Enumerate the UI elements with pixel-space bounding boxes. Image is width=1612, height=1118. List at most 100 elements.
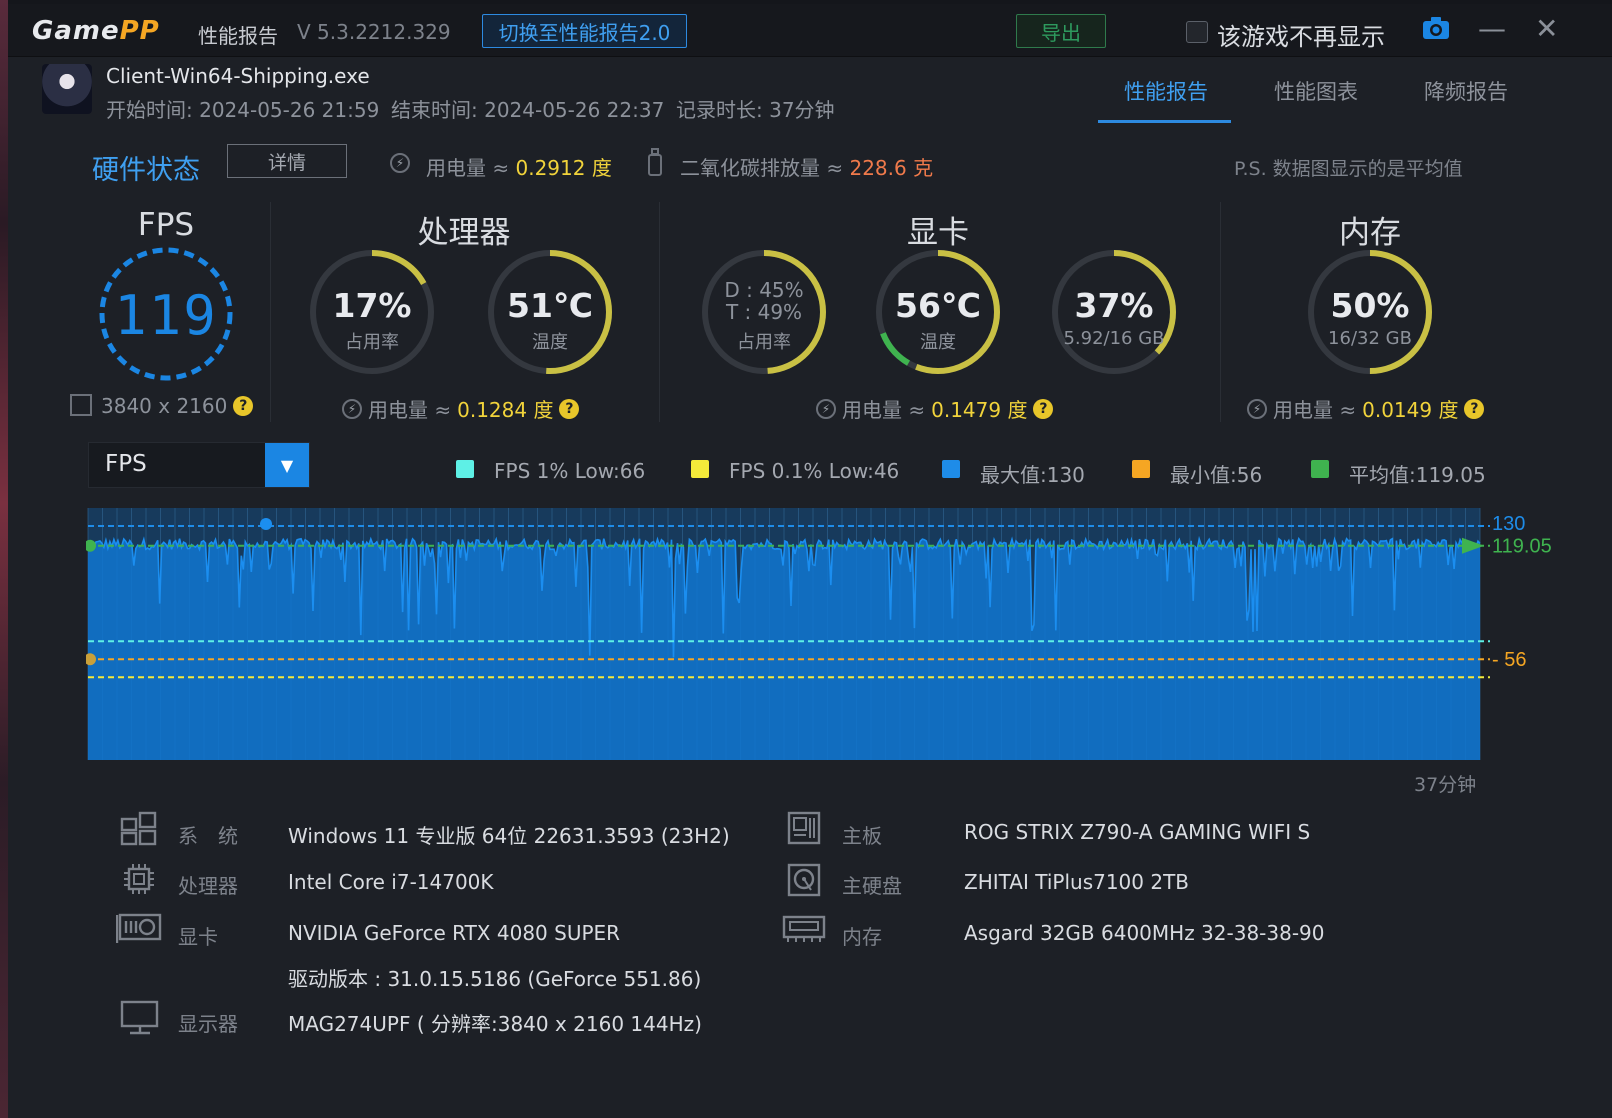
chart-duration-label: 37分钟 bbox=[1414, 774, 1477, 796]
spec-gpu-value: NVIDIA GeForce RTX 4080 SUPER bbox=[288, 921, 621, 945]
legend-max: 最大值:130 bbox=[980, 463, 1085, 487]
window-title: 性能报告 bbox=[198, 24, 278, 48]
min-value-label: - 56 bbox=[1492, 649, 1526, 671]
section-divider bbox=[1220, 202, 1221, 422]
graphics-card-icon bbox=[115, 912, 162, 948]
spec-board-value: ROG STRIX Z790-A GAMING WIFI S bbox=[964, 820, 1311, 844]
spec-disk-value: ZHITAI TiPlus7100 2TB bbox=[964, 870, 1190, 894]
cpu-usage-label: 占用率 bbox=[345, 332, 399, 353]
co2-icon bbox=[648, 148, 662, 176]
tab-throttle-report[interactable]: 降频报告 bbox=[1424, 76, 1508, 106]
chevron-down-icon[interactable]: ▼ bbox=[265, 443, 309, 487]
legend-avg: 平均值:119.05 bbox=[1349, 463, 1486, 487]
spec-os-label: 系 统 bbox=[178, 824, 238, 848]
gpu-section-title: 显卡 bbox=[907, 215, 969, 251]
memory-power-value: 0.0149 度 bbox=[1362, 398, 1459, 422]
gpu-usage-t: T : 49% bbox=[725, 300, 803, 324]
active-tab-indicator bbox=[1098, 120, 1231, 123]
hard-disk-icon bbox=[786, 862, 822, 902]
co2-emission: 二氧化碳排放量 ≈ 228.6 克 bbox=[680, 156, 934, 180]
cpu-section-title: 处理器 bbox=[417, 215, 511, 251]
windows-icon bbox=[120, 810, 158, 850]
legend-swatch bbox=[691, 460, 709, 478]
power-icon: ⚡ bbox=[342, 398, 362, 419]
start-time: 开始时间: 2024-05-26 21:59 bbox=[106, 98, 380, 122]
tab-performance-report[interactable]: 性能报告 bbox=[1124, 76, 1208, 106]
legend-swatch bbox=[942, 460, 960, 478]
app-logo: GamePP bbox=[32, 16, 160, 46]
legend-1pct-low: FPS 1% Low:66 bbox=[494, 459, 646, 483]
memory-stick-icon bbox=[782, 914, 826, 948]
spec-ram-value: Asgard 32GB 6400MHz 32-38-38-90 bbox=[964, 921, 1325, 945]
spec-board-label: 主板 bbox=[842, 824, 882, 848]
hide-game-checkbox[interactable] bbox=[1186, 21, 1208, 43]
max-marker bbox=[260, 518, 272, 530]
fps-section-title: FPS bbox=[137, 207, 195, 243]
switch-report-button[interactable]: 切换至性能报告2.0 bbox=[482, 14, 687, 48]
cpu-temp-value: 51℃ bbox=[507, 286, 593, 325]
gpu-power-value: 0.1479 度 bbox=[931, 398, 1028, 422]
legend-01pct-low: FPS 0.1% Low:46 bbox=[729, 459, 900, 483]
spec-disk-label: 主硬盘 bbox=[842, 874, 902, 898]
fps-series-area bbox=[88, 538, 1480, 760]
gpu-vram-value: 37% bbox=[1074, 286, 1154, 325]
motherboard-icon bbox=[786, 810, 822, 850]
fps-resolution-row: 3840 x 2160 ? bbox=[101, 394, 254, 418]
cpu-power-row: ⚡ 用电量 ≈0.1284 度 ? bbox=[342, 394, 580, 423]
metric-dropdown-value: FPS bbox=[105, 451, 147, 477]
memory-power-row: ⚡ 用电量 ≈0.0149 度 ? bbox=[1247, 394, 1485, 423]
screenshot-camera-icon[interactable] bbox=[1422, 16, 1450, 40]
section-divider bbox=[270, 202, 271, 422]
memory-usage-value: 50% bbox=[1330, 286, 1410, 325]
minimize-icon[interactable]: — bbox=[1478, 12, 1506, 45]
legend-swatch bbox=[1311, 460, 1329, 478]
gpu-temp-value: 56℃ bbox=[895, 286, 981, 325]
resolution-help-icon[interactable]: ? bbox=[233, 396, 254, 416]
gpu-vram-label: 5.92/16 GB bbox=[1063, 328, 1165, 349]
memory-power-help-icon[interactable]: ? bbox=[1464, 398, 1485, 419]
tab-performance-chart[interactable]: 性能图表 bbox=[1274, 76, 1358, 106]
version-label: V 5.3.2212.329 bbox=[297, 20, 451, 44]
resolution-icon bbox=[70, 394, 92, 416]
cpu-chip-icon bbox=[122, 862, 156, 900]
cpu-power-help-icon[interactable]: ? bbox=[559, 398, 580, 419]
power-icon: ⚡ bbox=[390, 153, 410, 173]
spec-ram-label: 内存 bbox=[842, 925, 882, 949]
gpu-power-help-icon[interactable]: ? bbox=[1033, 398, 1054, 419]
spec-gpu-label: 显卡 bbox=[178, 925, 218, 949]
detail-button[interactable]: 详情 bbox=[227, 144, 347, 178]
average-note: P.S. 数据图显示的是平均值 bbox=[1234, 158, 1463, 180]
memory-usage-label: 16/32 GB bbox=[1328, 328, 1412, 349]
cpu-power-value: 0.1284 度 bbox=[457, 398, 554, 422]
monitor-icon bbox=[120, 1000, 160, 1040]
spec-monitor-label: 显示器 bbox=[178, 1012, 238, 1036]
memory-section-title: 内存 bbox=[1339, 215, 1401, 251]
total-power: 用电量 ≈ 0.2912 度 bbox=[426, 156, 612, 180]
spec-os-value: Windows 11 专业版 64位 22631.3593 (23H2) bbox=[288, 824, 730, 848]
legend-swatch bbox=[456, 460, 474, 478]
export-button[interactable]: 导出 bbox=[1016, 14, 1106, 48]
spec-driver-value: 驱动版本 : 31.0.15.5186 (GeForce 551.86) bbox=[288, 967, 702, 991]
gpu-usage-d: D : 45% bbox=[724, 278, 804, 302]
legend-swatch bbox=[1132, 460, 1150, 478]
report-window: GamePP 性能报告 V 5.3.2212.329 切换至性能报告2.0 导出… bbox=[8, 4, 1612, 1118]
fps-chart: 130119.05 - 56 bbox=[86, 508, 1552, 760]
spec-cpu-value: Intel Core i7-14700K bbox=[288, 870, 494, 894]
fps-value: 119 bbox=[114, 284, 218, 347]
desktop-background bbox=[0, 0, 8, 1118]
hardware-status-title: 硬件状态 bbox=[92, 155, 200, 186]
hide-game-label: 该游戏不再显示 bbox=[1217, 23, 1385, 51]
metric-dropdown[interactable]: FPS ▼ bbox=[88, 442, 310, 488]
power-icon: ⚡ bbox=[816, 398, 836, 419]
co2-value: 228.6 克 bbox=[849, 156, 934, 180]
fps-resolution: 3840 x 2160 bbox=[101, 394, 228, 418]
title-bar: GamePP 性能报告 V 5.3.2212.329 切换至性能报告2.0 导出… bbox=[8, 4, 1612, 57]
power-icon: ⚡ bbox=[1247, 398, 1267, 419]
game-avatar bbox=[42, 64, 92, 114]
legend-min: 最小值:56 bbox=[1170, 463, 1263, 487]
gpu-power-row: ⚡ 用电量 ≈0.1479 度 ? bbox=[816, 394, 1054, 423]
end-time: 结束时间: 2024-05-26 22:37 bbox=[391, 98, 665, 122]
close-icon[interactable]: ✕ bbox=[1535, 12, 1558, 45]
cpu-temp-label: 温度 bbox=[532, 332, 568, 353]
record-duration: 记录时长: 37分钟 bbox=[676, 98, 835, 122]
